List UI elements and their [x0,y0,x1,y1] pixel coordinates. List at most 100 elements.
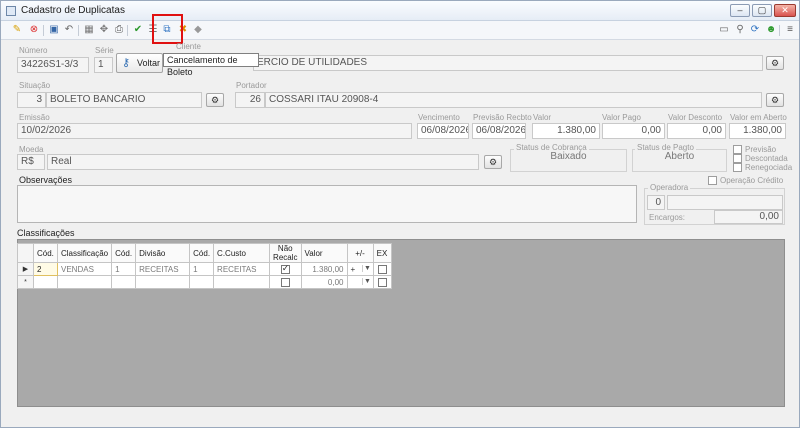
operadora-code-field[interactable]: 0 [647,195,665,210]
portador-text-field[interactable]: COSSARI ITAU 20908-4 [265,92,762,108]
cell-cod-classificacao[interactable]: 2 [33,262,58,276]
nao-recalc-checkbox[interactable] [280,263,290,274]
undo-icon[interactable]: ↶ [63,24,75,36]
moeda-symbol-field[interactable]: R$ [17,154,45,170]
menu-icon[interactable]: ≡ [784,24,796,36]
col-ccusto[interactable]: C.Custo [213,243,271,263]
valor-desconto-field[interactable]: 0,00 [667,123,726,139]
maximize-button[interactable]: ▢ [752,4,772,17]
col-nao-recalc[interactable]: Não Recalc [269,243,302,263]
portador-code-field[interactable]: 26 [235,92,265,108]
cell-ex[interactable] [372,275,392,289]
situacao-lookup-button[interactable]: ⚙ [206,93,224,107]
cell-classificacao[interactable] [56,275,113,289]
edit-icon[interactable]: ✎ [11,24,23,36]
valor-desconto-label: Valor Desconto [668,113,723,122]
minimize-button[interactable]: – [730,4,750,17]
cell-cod-divisao[interactable] [111,275,137,289]
toolbar-separator [779,25,780,36]
cancel-icon[interactable]: ⊗ [28,24,40,36]
cell-classificacao[interactable]: VENDAS [56,262,113,276]
cell-valor[interactable]: 0,00 [300,275,348,289]
valor-field[interactable]: 1.380,00 [532,123,600,139]
nao-recalc-checkbox[interactable] [280,277,290,287]
cell-valor[interactable]: 1.380,00 [300,262,348,276]
valor-pago-field[interactable]: 0,00 [602,123,665,139]
cell-sinal[interactable]: ▼ [346,275,374,289]
diamond-icon[interactable]: ◆ [192,24,204,36]
emissao-field[interactable]: 10/02/2026 [17,123,412,139]
chevron-down-icon[interactable]: ▼ [361,277,373,285]
col-cod-classificacao[interactable]: Cód. [33,243,58,263]
col-divisao[interactable]: Divisão [135,243,191,263]
col-sinal[interactable]: +/- [346,243,374,263]
save-icon[interactable]: ▣ [48,24,60,36]
cell-nao-recalc[interactable] [269,262,302,276]
cell-cod-divisao[interactable]: 1 [111,262,137,276]
operadora-text-field[interactable] [667,195,783,210]
cliente-lookup-button[interactable]: ⚙ [766,56,784,70]
status-cobranca-value: Baixado [550,151,587,162]
search-icon[interactable]: ⚲ [734,24,746,36]
operacao-credito-checkbox[interactable] [708,176,717,185]
encargos-field[interactable]: 0,00 [714,210,783,224]
close-window-button[interactable]: ✕ [774,4,796,17]
cell-cod-ccusto[interactable] [189,275,215,289]
chevron-down-icon[interactable]: ▼ [361,264,373,272]
moeda-text-field[interactable]: Real [47,154,479,170]
car-icon[interactable]: ▭ [718,24,730,36]
vencimento-field[interactable]: 06/08/2026 [417,123,469,139]
cell-ccusto[interactable]: RECEITAS [213,262,271,276]
observacoes-textarea[interactable] [17,185,637,223]
key-icon: ⚷ [122,57,131,69]
renegociada-checkbox[interactable] [733,163,742,172]
sinal-value [348,278,351,287]
row-indicator: * [17,275,34,289]
col-valor[interactable]: Valor [300,243,348,263]
previsao-label: Previsão Recbto [473,113,532,122]
cell-cod-ccusto[interactable]: 1 [189,262,215,276]
cell-nao-recalc[interactable] [269,275,302,289]
table-row[interactable]: ▶ 2 VENDAS 1 RECEITAS 1 RECEITAS 1.380,0… [17,262,392,276]
voltar-button[interactable]: ⚷ Voltar [116,53,163,73]
col-cod-divisao[interactable]: Cód. [111,243,137,263]
operacao-credito-label: Operação Crédito [720,176,784,185]
valor-aberto-field[interactable]: 1.380,00 [729,123,786,139]
col-ex[interactable]: EX [372,243,392,263]
cliente-field[interactable]: ERCIO DE UTILIDADES [253,55,763,71]
cell-divisao[interactable]: RECEITAS [135,262,191,276]
cell-sinal[interactable]: + ▼ [346,262,374,276]
table-row[interactable]: * 0,00 ▼ [17,275,392,289]
portador-lookup-button[interactable]: ⚙ [766,93,784,107]
window: Cadastro de Duplicatas – ▢ ✕ ✎ ⊗ ▣ ↶ ▦ ✥… [0,0,800,428]
cell-divisao[interactable] [135,275,191,289]
encargos-label: Encargos: [649,213,686,222]
ex-checkbox[interactable] [377,264,387,274]
refresh-icon[interactable]: ⟳ [749,24,761,36]
grid-icon[interactable]: ▦ [83,24,95,36]
numero-field[interactable]: 34226S1-3/3 [17,57,89,73]
move-icon[interactable]: ✥ [98,24,110,36]
serie-field[interactable]: 1 [94,57,113,73]
cell-ccusto[interactable] [213,275,271,289]
previsao-field[interactable]: 06/08/2026 [472,123,526,139]
col-cod-ccusto[interactable]: Cód. [189,243,215,263]
approve-icon[interactable]: ✔ [132,24,144,36]
previsao-checkbox[interactable] [733,145,742,154]
classificacoes-label: Classificações [17,228,75,238]
situacao-text-field[interactable]: BOLETO BANCARIO [46,92,202,108]
descontada-checkbox[interactable] [733,154,742,163]
col-classificacao[interactable]: Classificação [56,243,113,263]
print-icon[interactable]: ⎙ [113,24,125,36]
renegociada-flag-label: Renegociada [745,163,793,172]
cell-cod-classificacao[interactable] [33,275,58,289]
cell-ex[interactable] [372,262,392,276]
previsao-flag-label: Previsão [745,145,777,154]
moeda-lookup-button[interactable]: ⚙ [484,155,502,169]
ex-checkbox[interactable] [377,277,387,287]
toolbar: ✎ ⊗ ▣ ↶ ▦ ✥ ⎙ ✔ ☰ ⧉ ✖ ◆ ▭ ⚲ ⟳ ☻ ≡ [1,21,799,40]
row-indicator: ▶ [17,262,34,276]
user-icon[interactable]: ☻ [765,24,777,36]
situacao-code-field[interactable]: 3 [17,92,46,108]
classificacoes-table: Cód. Classificação Cód. Divisão Cód. C.C… [17,243,392,289]
